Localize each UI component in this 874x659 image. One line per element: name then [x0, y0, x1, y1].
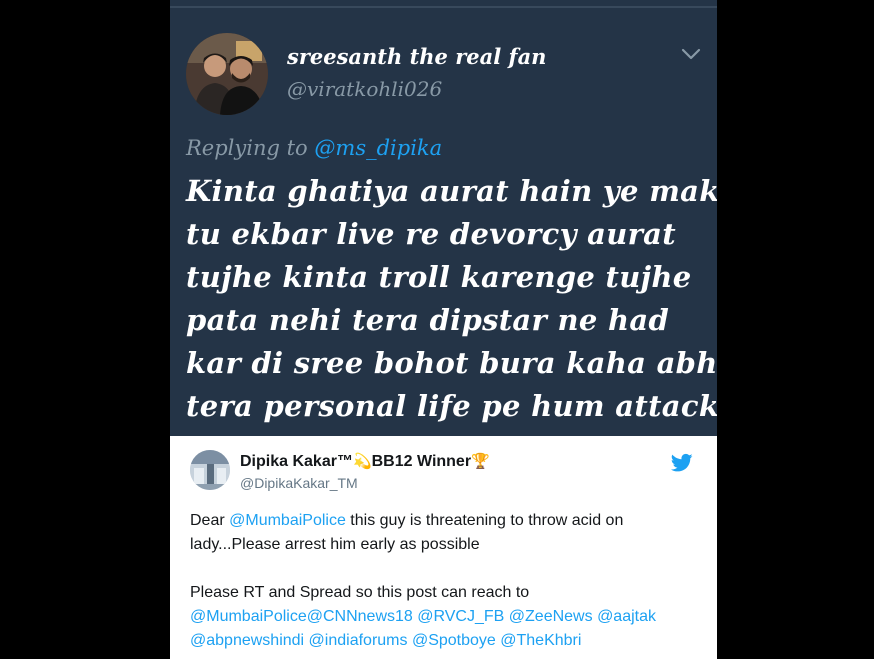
display-name[interactable]: sreesanth the real fan	[287, 44, 546, 69]
mention-link[interactable]: @TheKhbri	[500, 632, 581, 649]
avatar[interactable]	[186, 33, 268, 115]
dark-tweet-panel: sreesanth the real fan @viratkohli026 Re…	[170, 0, 717, 436]
tweet-paragraph: Dear @MumbaiPolice this guy is threateni…	[190, 509, 702, 557]
avatar[interactable]	[190, 450, 230, 490]
twitter-bird-icon[interactable]	[671, 453, 693, 473]
display-name[interactable]: Dipika Kakar™💫BB12 Winner🏆	[240, 452, 490, 471]
mention-link[interactable]: @MumbaiPolice	[229, 512, 346, 529]
tweet-paragraph: Please RT and Spread so this post can re…	[190, 581, 702, 653]
mention-link[interactable]: @indiaforums	[309, 632, 408, 649]
mention-link[interactable]: @ZeeNews	[509, 608, 593, 625]
mention-link[interactable]: @Spotboye	[412, 632, 496, 649]
tweet-body: Dear @MumbaiPolice this guy is threateni…	[190, 509, 702, 653]
tweet-line: tujhe kinta troll karenge tujhe	[186, 260, 692, 294]
dizzy-emoji-icon: 💫	[352, 453, 372, 470]
tweet-line: tera personal life pe hum attack	[186, 389, 717, 423]
user-handle[interactable]: @DipikaKakar_TM	[240, 475, 358, 491]
tweet-text-segment: Dear	[190, 512, 230, 529]
mention-link[interactable]: @abpnewshindi	[190, 632, 304, 649]
trophy-emoji-icon: 🏆	[471, 453, 490, 470]
replying-prefix: Replying to	[186, 136, 308, 160]
display-name-suffix: BB12 Winner	[371, 453, 472, 470]
replying-to: Replying to @ms_dipika	[186, 136, 442, 160]
tweet-text: Kinta ghatiya aurat hain ye makki tu ekb…	[186, 170, 717, 428]
tweet-text-segment: Please RT and Spread so this post can re…	[190, 584, 530, 601]
chevron-down-icon[interactable]	[680, 46, 702, 62]
divider	[170, 6, 717, 8]
tweet-line: tu ekbar live re devorcy aurat	[186, 217, 676, 251]
tweet-screenshot: sreesanth the real fan @viratkohli026 Re…	[170, 0, 717, 659]
tweet-line: kar di sree bohot bura kaha abhi	[186, 346, 717, 380]
reply-mention-link[interactable]: @ms_dipika	[314, 136, 442, 160]
mention-link[interactable]: @RVCJ_FB	[417, 608, 504, 625]
user-handle[interactable]: @viratkohli026	[287, 77, 442, 101]
tweet-line: Kinta ghatiya aurat hain ye makki	[186, 174, 717, 208]
tweet-line: pata nehi tera dipstar ne had	[186, 303, 670, 337]
mention-link[interactable]: @aajtak	[597, 608, 656, 625]
mention-link[interactable]: @MumbaiPolice	[190, 608, 307, 625]
mention-link[interactable]: @CNNnews18	[307, 608, 413, 625]
embedded-tweet-card: Dipika Kakar™💫BB12 Winner🏆 @DipikaKakar_…	[170, 436, 717, 659]
display-name-text: Dipika Kakar™	[240, 453, 353, 470]
